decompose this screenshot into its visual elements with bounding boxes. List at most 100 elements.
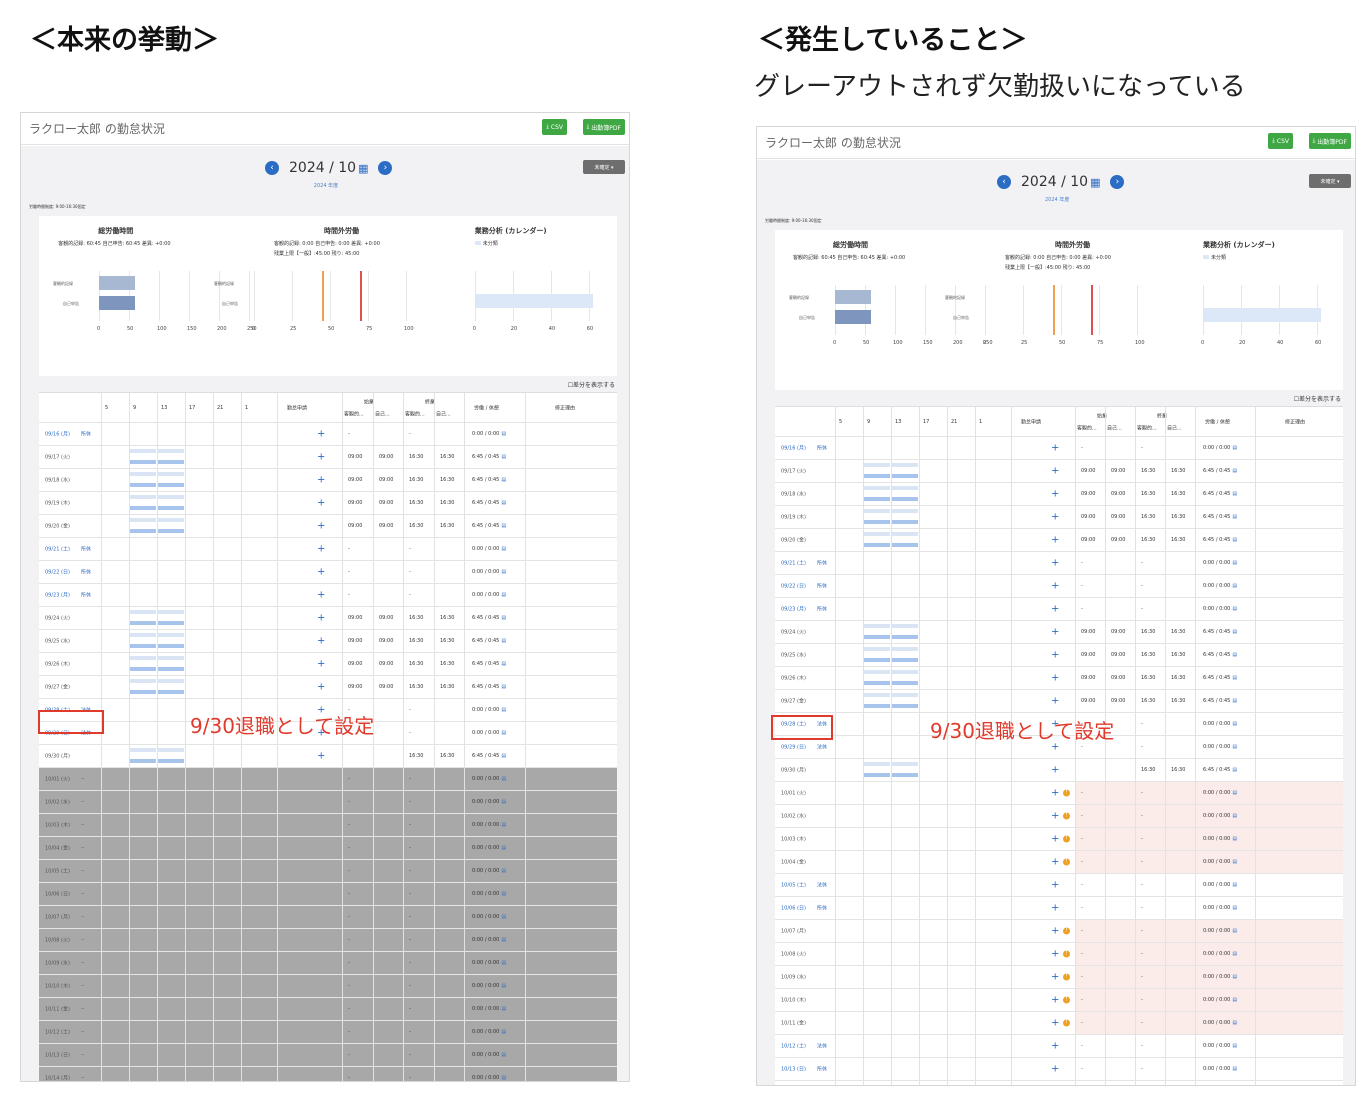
date-cell[interactable]: 10/12 (土) (781, 1043, 806, 1050)
list-icon[interactable]: ▤ (1232, 1020, 1237, 1026)
add-request-icon[interactable]: + (1051, 765, 1059, 776)
list-icon[interactable]: ▤ (501, 1029, 506, 1035)
add-request-icon[interactable]: + (1051, 857, 1059, 868)
prev-month-icon[interactable]: ‹ (265, 161, 279, 175)
add-request-icon[interactable]: + (317, 636, 325, 647)
list-icon[interactable]: ▤ (1232, 974, 1237, 980)
date-cell[interactable]: 09/23 (月) (45, 592, 70, 599)
add-request-icon[interactable]: + (1051, 949, 1059, 960)
list-icon[interactable]: ▤ (501, 500, 506, 506)
list-icon[interactable]: ▤ (1232, 951, 1237, 957)
list-icon[interactable]: ▤ (501, 753, 506, 759)
list-icon[interactable]: ▤ (501, 661, 506, 667)
add-request-icon[interactable]: + (1051, 788, 1059, 799)
add-request-icon[interactable]: + (317, 544, 325, 555)
list-icon[interactable]: ▤ (501, 914, 506, 920)
add-request-icon[interactable]: + (1051, 1018, 1059, 1029)
list-icon[interactable]: ▤ (1232, 468, 1237, 474)
add-request-icon[interactable]: + (1051, 880, 1059, 891)
list-icon[interactable]: ▤ (501, 730, 506, 736)
add-request-icon[interactable]: + (1051, 627, 1059, 638)
confirm-status-button[interactable]: 未確定 ▾ (583, 160, 625, 174)
list-icon[interactable]: ▤ (501, 799, 506, 805)
list-icon[interactable]: ▤ (1232, 1066, 1237, 1072)
add-request-icon[interactable]: + (1051, 535, 1059, 546)
list-icon[interactable]: ▤ (1232, 675, 1237, 681)
list-icon[interactable]: ▤ (1232, 721, 1237, 727)
confirm-status-button[interactable]: 未確定 ▾ (1309, 174, 1351, 188)
add-request-icon[interactable]: + (1051, 604, 1059, 615)
calendar-icon[interactable]: ▦ (1090, 176, 1100, 189)
list-icon[interactable]: ▤ (501, 707, 506, 713)
list-icon[interactable]: ▤ (1232, 698, 1237, 704)
list-icon[interactable]: ▤ (1232, 882, 1237, 888)
list-icon[interactable]: ▤ (501, 592, 506, 598)
attendance-pdf-button[interactable]: ⤓ 出勤簿PDF (1308, 133, 1351, 149)
list-icon[interactable]: ▤ (501, 477, 506, 483)
add-request-icon[interactable]: + (317, 682, 325, 693)
add-request-icon[interactable]: + (317, 590, 325, 601)
date-cell[interactable]: 09/29 (日) (781, 744, 806, 751)
attendance-pdf-button[interactable]: ⤓ 出勤簿PDF (582, 119, 625, 135)
list-icon[interactable]: ▤ (501, 983, 506, 989)
add-request-icon[interactable]: + (1051, 673, 1059, 684)
list-icon[interactable]: ▤ (1232, 652, 1237, 658)
add-request-icon[interactable]: + (1051, 834, 1059, 845)
add-request-icon[interactable]: + (1051, 650, 1059, 661)
add-request-icon[interactable]: + (317, 613, 325, 624)
add-request-icon[interactable]: + (1051, 466, 1059, 477)
list-icon[interactable]: ▤ (501, 937, 506, 943)
add-request-icon[interactable]: + (317, 475, 325, 486)
list-icon[interactable]: ▤ (501, 638, 506, 644)
add-request-icon[interactable]: + (1051, 558, 1059, 569)
add-request-icon[interactable]: + (1051, 995, 1059, 1006)
show-diff-checkbox[interactable]: ☐差分を表示する (568, 380, 615, 389)
list-icon[interactable]: ▤ (1232, 514, 1237, 520)
date-cell[interactable]: 09/16 (月) (781, 445, 806, 452)
calendar-icon[interactable]: ▦ (358, 162, 368, 175)
add-request-icon[interactable]: + (1051, 972, 1059, 983)
list-icon[interactable]: ▤ (1232, 1043, 1237, 1049)
prev-month-icon[interactable]: ‹ (997, 175, 1011, 189)
csv-download-button[interactable]: ⤓ CSV (1268, 133, 1293, 149)
add-request-icon[interactable]: + (1051, 1041, 1059, 1052)
list-icon[interactable]: ▤ (501, 569, 506, 575)
date-cell[interactable]: 09/22 (日) (781, 583, 806, 590)
date-cell[interactable]: 09/21 (土) (781, 560, 806, 567)
add-request-icon[interactable]: + (317, 429, 325, 440)
list-icon[interactable]: ▤ (1232, 491, 1237, 497)
date-cell[interactable]: 10/06 (日) (781, 905, 806, 912)
add-request-icon[interactable]: + (317, 659, 325, 670)
list-icon[interactable]: ▤ (501, 776, 506, 782)
add-request-icon[interactable]: + (1051, 443, 1059, 454)
date-cell[interactable]: 09/21 (土) (45, 546, 70, 553)
list-icon[interactable]: ▤ (501, 1006, 506, 1012)
list-icon[interactable]: ▤ (1232, 836, 1237, 842)
add-request-icon[interactable]: + (317, 498, 325, 509)
list-icon[interactable]: ▤ (501, 684, 506, 690)
list-icon[interactable]: ▤ (1232, 629, 1237, 635)
add-request-icon[interactable]: + (1051, 581, 1059, 592)
list-icon[interactable]: ▤ (501, 868, 506, 874)
fiscal-year-link[interactable]: 2024 年度 (314, 182, 338, 189)
list-icon[interactable]: ▤ (1232, 905, 1237, 911)
list-icon[interactable]: ▤ (501, 960, 506, 966)
date-cell[interactable]: 09/23 (月) (781, 606, 806, 613)
list-icon[interactable]: ▤ (501, 615, 506, 621)
list-icon[interactable]: ▤ (501, 523, 506, 529)
list-icon[interactable]: ▤ (1232, 813, 1237, 819)
date-cell[interactable]: 10/05 (土) (781, 882, 806, 889)
add-request-icon[interactable]: + (1051, 926, 1059, 937)
list-icon[interactable]: ▤ (1232, 744, 1237, 750)
add-request-icon[interactable]: + (1051, 489, 1059, 500)
add-request-icon[interactable]: + (1051, 1064, 1059, 1075)
csv-download-button[interactable]: ⤓ CSV (542, 119, 567, 135)
list-icon[interactable]: ▤ (1232, 859, 1237, 865)
next-month-icon[interactable]: › (378, 161, 393, 175)
list-icon[interactable]: ▤ (501, 822, 506, 828)
add-request-icon[interactable]: + (317, 521, 325, 532)
add-request-icon[interactable]: + (1051, 512, 1059, 523)
date-cell[interactable]: 09/16 (月) (45, 431, 70, 438)
add-request-icon[interactable]: + (317, 567, 325, 578)
date-cell[interactable]: 10/13 (日) (781, 1066, 806, 1073)
